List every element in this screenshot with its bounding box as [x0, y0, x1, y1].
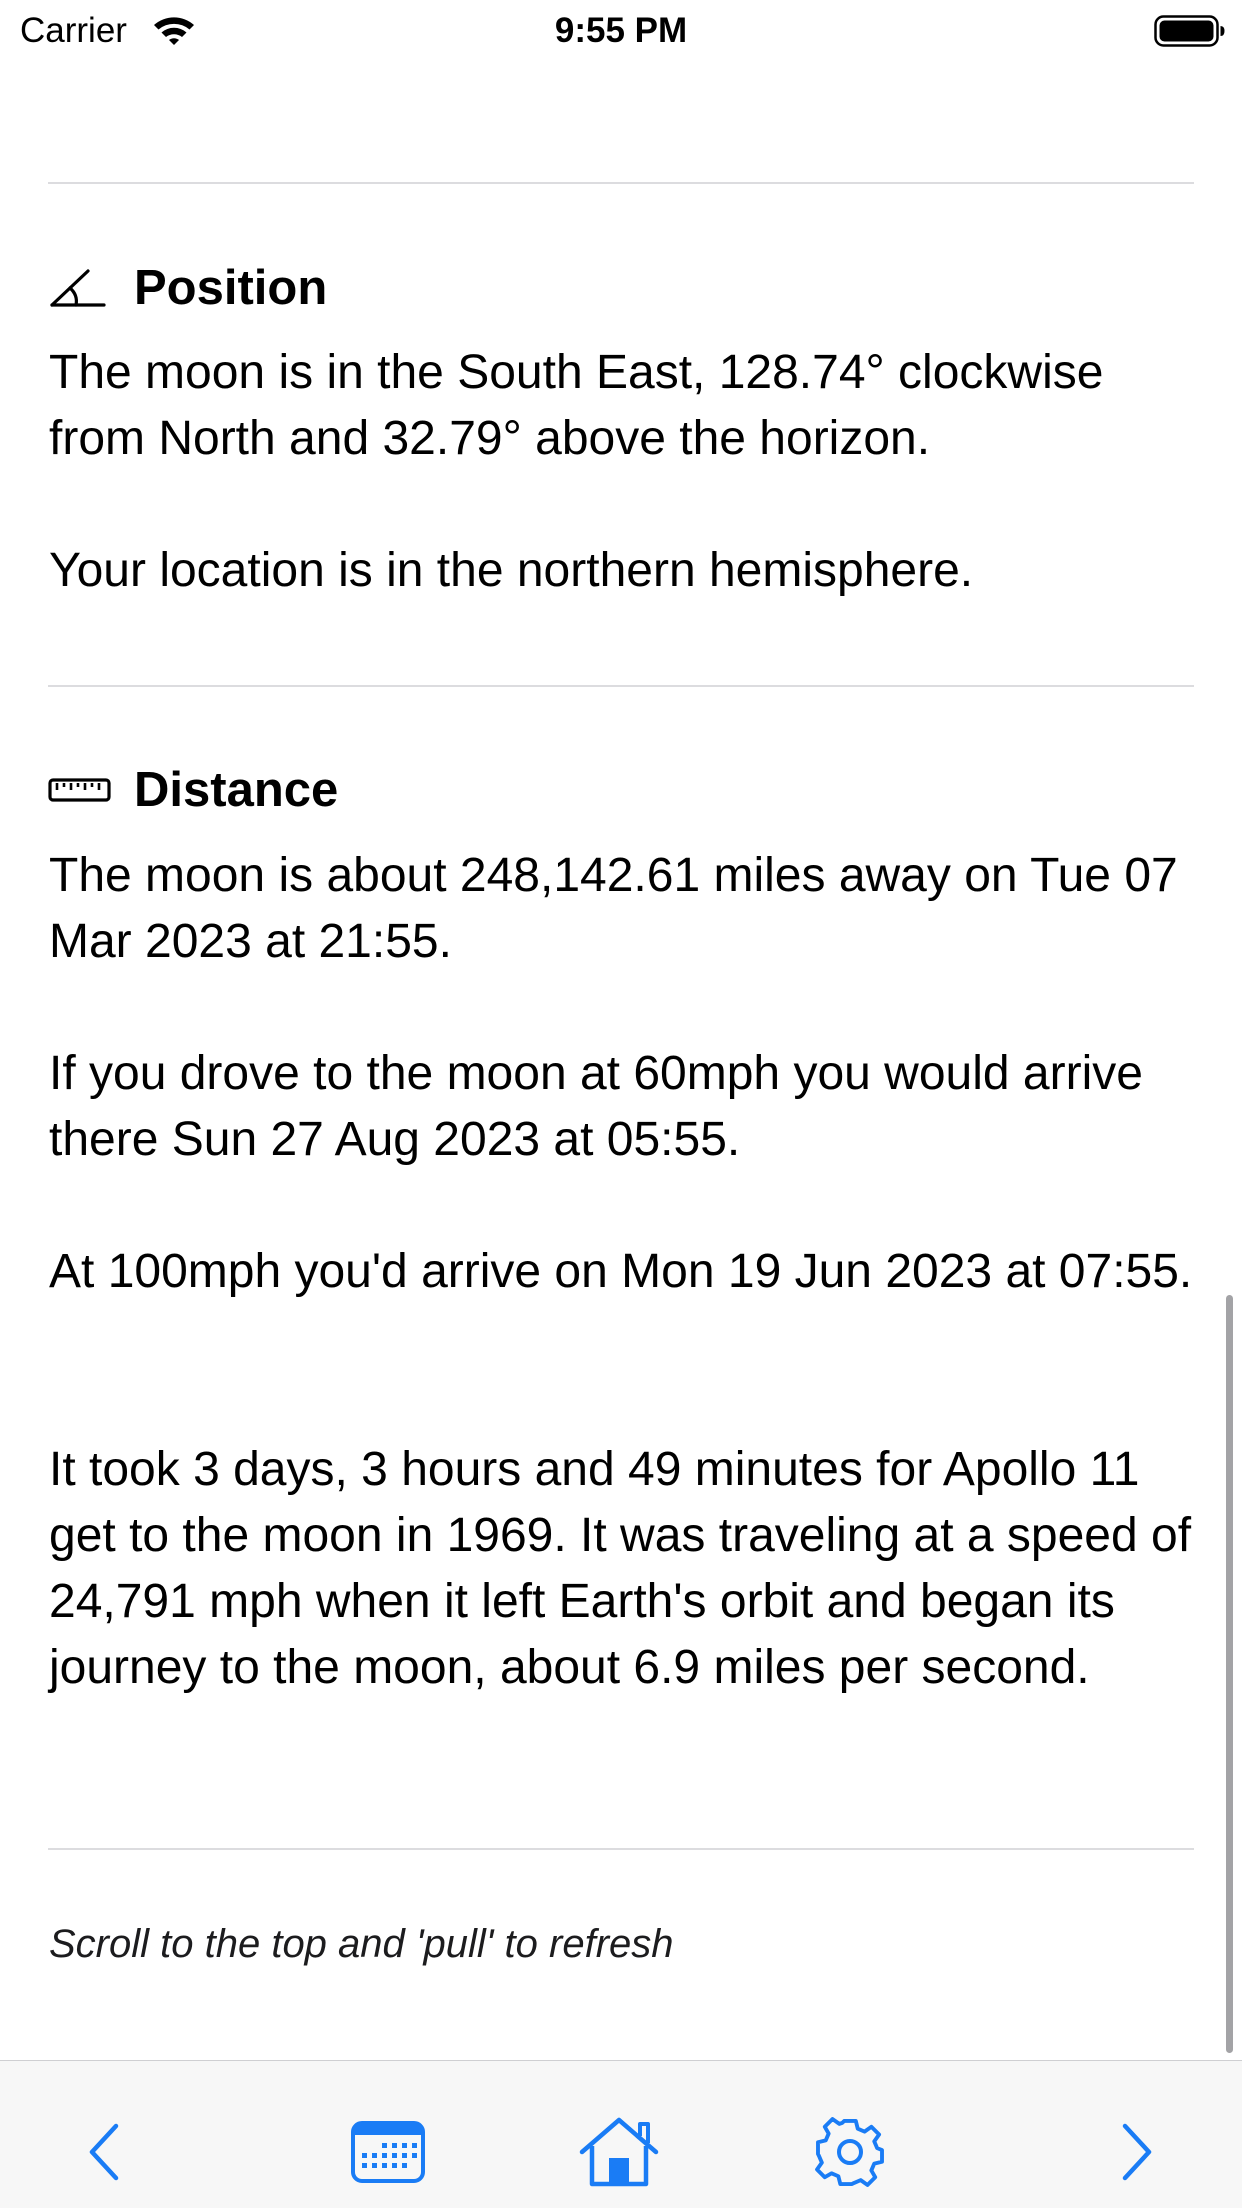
position-paragraph: The moon is in the South East, 128.74° c…	[49, 346, 1104, 465]
divider	[48, 1848, 1194, 1850]
settings-button[interactable]	[805, 2109, 895, 2199]
chevron-left-icon	[84, 2122, 124, 2187]
distance-header: Distance	[48, 755, 338, 825]
previous-button[interactable]	[59, 2109, 149, 2199]
ruler-icon	[48, 765, 112, 815]
distance-paragraph: It took 3 days, 3 hours and 49 minutes f…	[49, 1443, 1192, 1694]
divider	[48, 182, 1194, 184]
screen: Carrier 9:55 PM Position The moon is in …	[0, 0, 1242, 2208]
home-button[interactable]	[574, 2109, 664, 2199]
bottom-toolbar	[0, 2060, 1242, 2208]
distance-title: Distance	[134, 763, 339, 817]
angle-icon	[48, 263, 112, 313]
position-title: Position	[134, 261, 328, 315]
divider	[48, 685, 1194, 687]
chevron-right-icon	[1117, 2122, 1157, 2187]
battery-icon	[1154, 14, 1226, 53]
calendar-icon	[348, 2119, 428, 2190]
position-header: Position	[48, 253, 327, 323]
clock: 9:55 PM	[554, 11, 688, 50]
home-icon	[578, 2116, 660, 2193]
next-button[interactable]	[1092, 2109, 1182, 2199]
status-bar: Carrier 9:55 PM	[0, 0, 1242, 62]
calendar-button[interactable]	[343, 2109, 433, 2199]
distance-paragraph: The moon is about 248,142.61 miles away …	[49, 849, 1178, 968]
scroll-indicator[interactable]	[1226, 1295, 1233, 2053]
distance-paragraph: At 100mph you'd arrive on Mon 19 Jun 202…	[49, 1245, 1193, 1298]
gear-icon	[814, 2116, 886, 2193]
distance-paragraph: If you drove to the moon at 60mph you wo…	[49, 1047, 1143, 1166]
position-paragraph: Your location is in the northern hemisph…	[49, 544, 974, 597]
refresh-hint: Scroll to the top and 'pull' to refresh	[49, 1922, 674, 1966]
